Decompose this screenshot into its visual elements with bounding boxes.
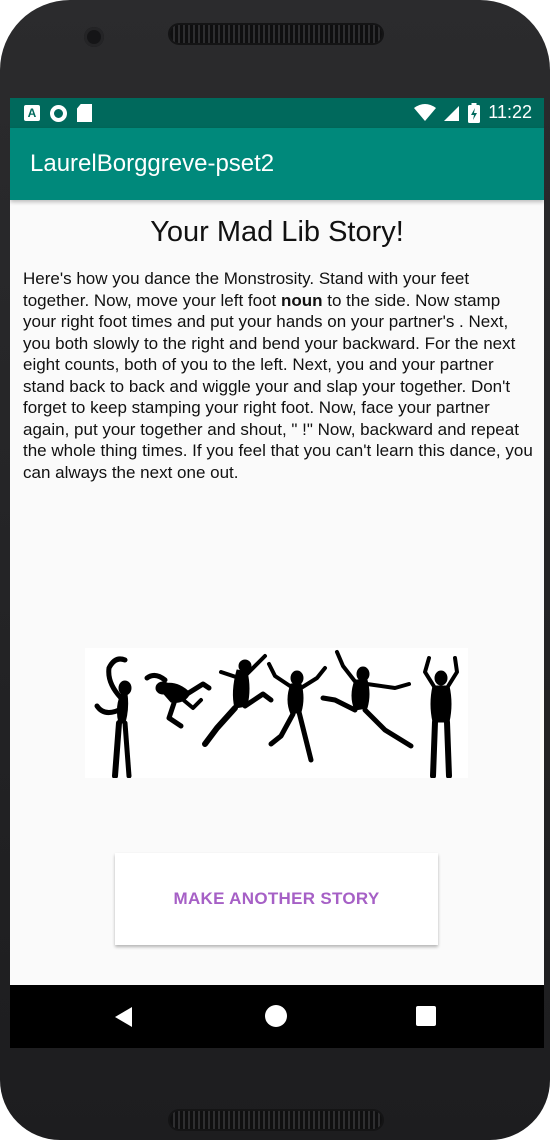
story-title: Your Mad Lib Story!	[150, 216, 404, 248]
sd-card-icon	[77, 104, 92, 122]
app-bar: LaurelBorggreve-pset2	[10, 128, 544, 200]
earpiece-speaker	[170, 25, 382, 43]
dancer-silhouette-1	[94, 656, 132, 779]
wifi-icon	[414, 103, 437, 121]
dancer-silhouette-3	[202, 654, 274, 747]
a-notification-icon: A	[24, 105, 40, 121]
story-text: Here's how you dance the Monstrosity. St…	[23, 268, 533, 483]
battery-charging-icon	[468, 102, 481, 123]
status-bar: A 11:22	[10, 98, 544, 128]
dancer-silhouettes-image	[85, 648, 468, 779]
story-bold-word: noun	[280, 290, 323, 310]
app-title: LaurelBorggreve-pset2	[30, 150, 275, 177]
story-text-part-2: to the side. Now stamp your right foot t…	[23, 290, 533, 482]
signal-icon	[444, 105, 460, 121]
dancer-silhouette-4	[267, 662, 327, 763]
home-icon[interactable]	[265, 1005, 287, 1027]
dancer-silhouette-5	[320, 650, 414, 749]
bottom-speaker	[170, 1111, 382, 1129]
screen: A 11:22 LaurelBorggreve-pset2 Your Mad L…	[10, 98, 544, 1048]
dancer-silhouette-2	[144, 672, 212, 729]
circle-notification-icon	[50, 104, 67, 122]
make-another-story-button[interactable]: MAKE ANOTHER STORY	[115, 853, 438, 945]
status-time: 11:22	[488, 102, 532, 122]
navigation-bar	[10, 985, 544, 1048]
recents-icon[interactable]	[416, 1006, 436, 1026]
dancer-silhouette-6	[423, 656, 459, 779]
back-icon[interactable]	[115, 1007, 132, 1027]
camera-icon	[84, 27, 104, 47]
phone-frame: A 11:22 LaurelBorggreve-pset2 Your Mad L…	[0, 0, 550, 1140]
